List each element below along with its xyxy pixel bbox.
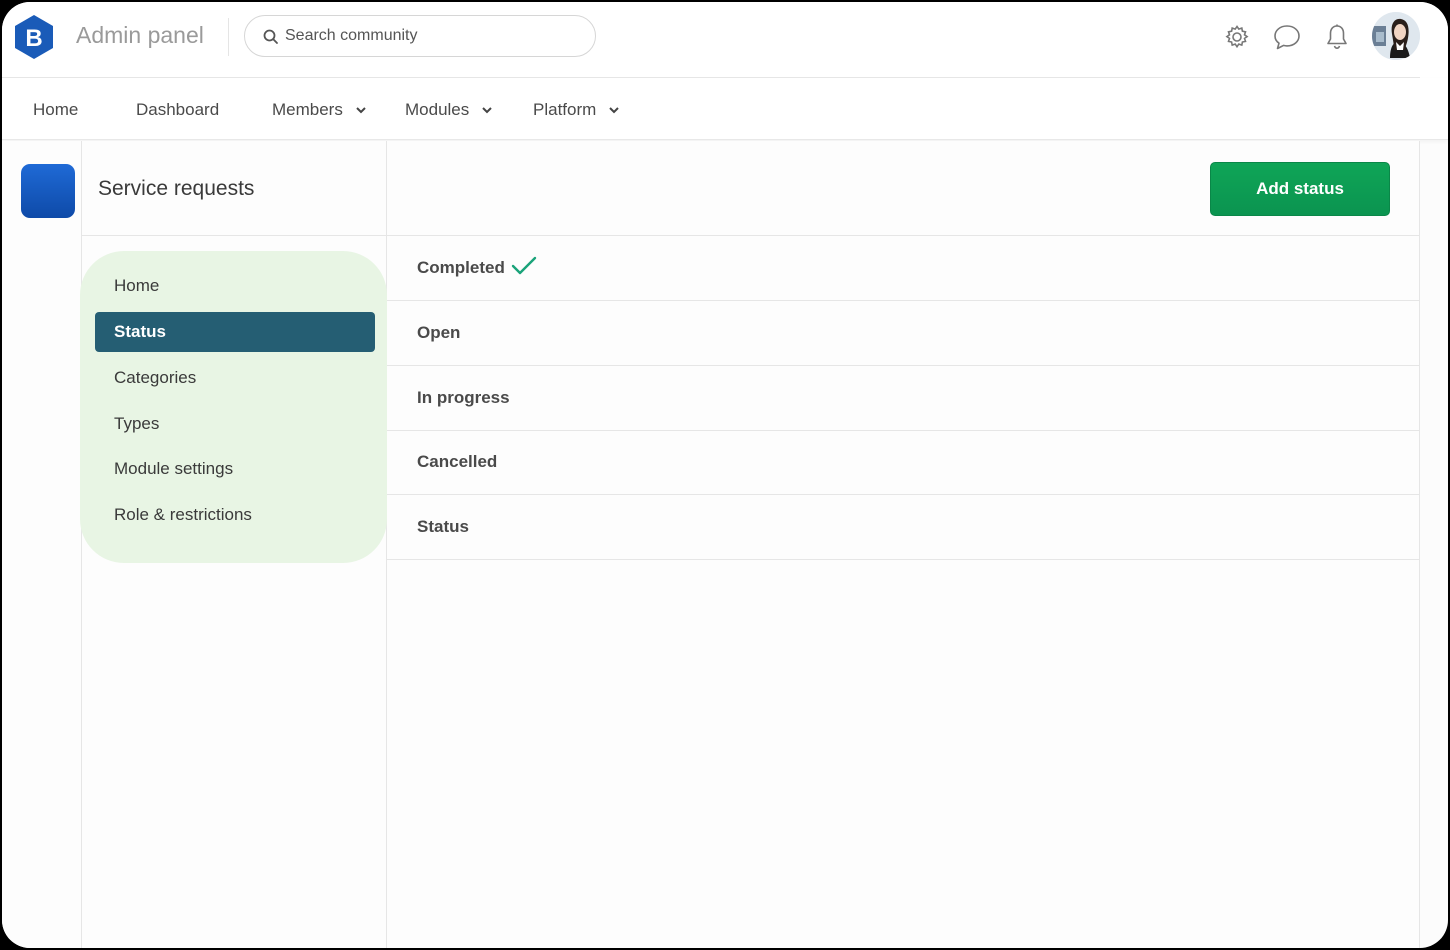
bell-icon[interactable] [1322, 22, 1352, 52]
menu-item-types[interactable]: Types [95, 404, 375, 444]
chevron-down-icon [355, 107, 366, 114]
module-icon[interactable] [21, 164, 75, 218]
module-sidebar: Service requests Home Status Categories … [80, 141, 387, 948]
search-box[interactable] [244, 15, 596, 57]
status-row-status[interactable]: Status [387, 495, 1420, 560]
sidebar-header-divider [82, 235, 387, 236]
nav-item-platform[interactable]: Platform [533, 100, 619, 120]
status-label: In progress [417, 388, 510, 407]
module-menu: Home Status Categories Types Module sett… [80, 251, 387, 563]
chat-icon[interactable] [1272, 22, 1302, 52]
module-title: Service requests [98, 177, 255, 200]
app-window: B Admin panel Search community Home Dash… [2, 2, 1448, 948]
search-icon [263, 29, 278, 44]
nav-item-label: Dashboard [136, 100, 220, 119]
header-divider [228, 18, 229, 56]
status-panel: Add status Completed Open In progress Ca… [387, 141, 1420, 948]
status-label: Open [417, 323, 461, 342]
main-nav: Home Dashboard Members Modules Platform [2, 78, 1448, 140]
status-label: Cancelled [417, 452, 498, 471]
app-title: Admin panel [76, 22, 204, 48]
status-row-cancelled[interactable]: Cancelled [387, 430, 1420, 495]
status-row-completed[interactable]: Completed [387, 236, 1420, 301]
status-label: Completed [417, 258, 505, 277]
menu-item-status[interactable]: Status [95, 312, 375, 352]
brand-logo[interactable]: B [12, 13, 56, 61]
gear-icon[interactable] [1222, 22, 1252, 52]
nav-item-home[interactable]: Home [33, 100, 78, 120]
nav-item-dashboard[interactable]: Dashboard [136, 100, 219, 120]
search-input[interactable] [285, 24, 585, 48]
status-row-in-progress[interactable]: In progress [387, 366, 1420, 431]
menu-item-home[interactable]: Home [95, 266, 375, 306]
menu-item-role-restrictions[interactable]: Role & restrictions [95, 495, 375, 535]
menu-item-categories[interactable]: Categories [95, 358, 375, 398]
status-label: Status [417, 517, 469, 536]
module-rail [2, 141, 82, 948]
nav-item-label: Home [33, 100, 79, 119]
nav-item-label: Platform [533, 100, 597, 119]
chevron-down-icon [609, 107, 619, 114]
chevron-down-icon [482, 107, 492, 114]
check-icon [511, 256, 537, 275]
menu-item-module-settings[interactable]: Module settings [95, 449, 375, 489]
logo-letter: B [25, 25, 42, 52]
top-bar: B Admin panel [2, 2, 1448, 78]
status-row-open[interactable]: Open [387, 301, 1420, 366]
add-status-button[interactable]: Add status [1210, 162, 1390, 216]
nav-item-label: Modules [405, 100, 470, 119]
user-avatar[interactable] [1372, 12, 1420, 60]
nav-item-label: Members [272, 100, 343, 119]
nav-item-members[interactable]: Members [272, 100, 366, 120]
nav-item-modules[interactable]: Modules [405, 100, 492, 120]
